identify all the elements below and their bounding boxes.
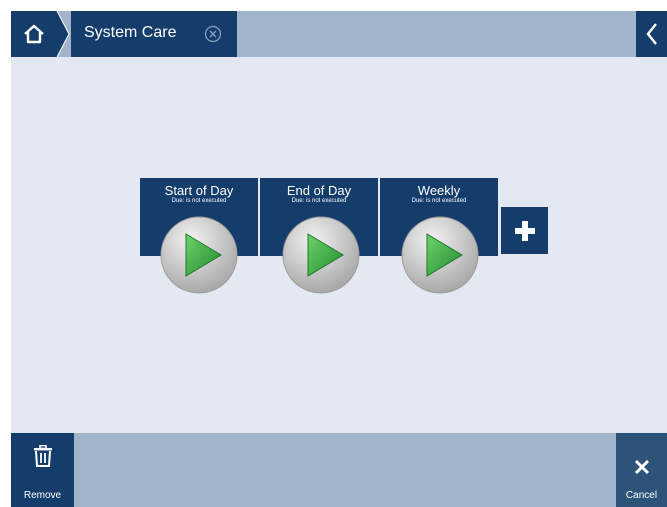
- tab-system-care[interactable]: System Care: [71, 11, 237, 57]
- routine-due: Due: is not executed: [171, 198, 227, 204]
- routine-title: End of Day: [286, 183, 352, 198]
- x-icon: [634, 459, 649, 475]
- home-icon: [24, 24, 44, 44]
- bottom-bar: Remove Cancel: [11, 433, 667, 507]
- cancel-label: Cancel: [625, 490, 658, 501]
- remove-button[interactable]: Remove: [11, 433, 74, 507]
- play-button-start-of-day[interactable]: [159, 215, 239, 295]
- add-routine-button[interactable]: [501, 207, 548, 254]
- play-button-weekly[interactable]: [400, 215, 480, 295]
- main-area: Start of Day Due: is not executed End of…: [11, 57, 667, 433]
- top-bar: System Care: [11, 11, 667, 57]
- chevron-left-icon: [645, 23, 657, 45]
- play-button-end-of-day[interactable]: [281, 215, 361, 295]
- routine-due: Due: is not executed: [411, 198, 467, 204]
- back-button[interactable]: [636, 11, 667, 57]
- routine-title: Start of Day: [164, 183, 234, 198]
- close-icon[interactable]: [204, 25, 222, 43]
- trash-icon: [33, 445, 52, 467]
- remove-label: Remove: [23, 490, 62, 501]
- plus-icon: [514, 220, 535, 241]
- home-button[interactable]: [11, 11, 57, 57]
- cancel-button[interactable]: Cancel: [616, 433, 667, 507]
- routine-title: Weekly: [417, 183, 461, 198]
- tab-label: System Care: [84, 24, 177, 41]
- routine-due: Due: is not executed: [291, 198, 347, 204]
